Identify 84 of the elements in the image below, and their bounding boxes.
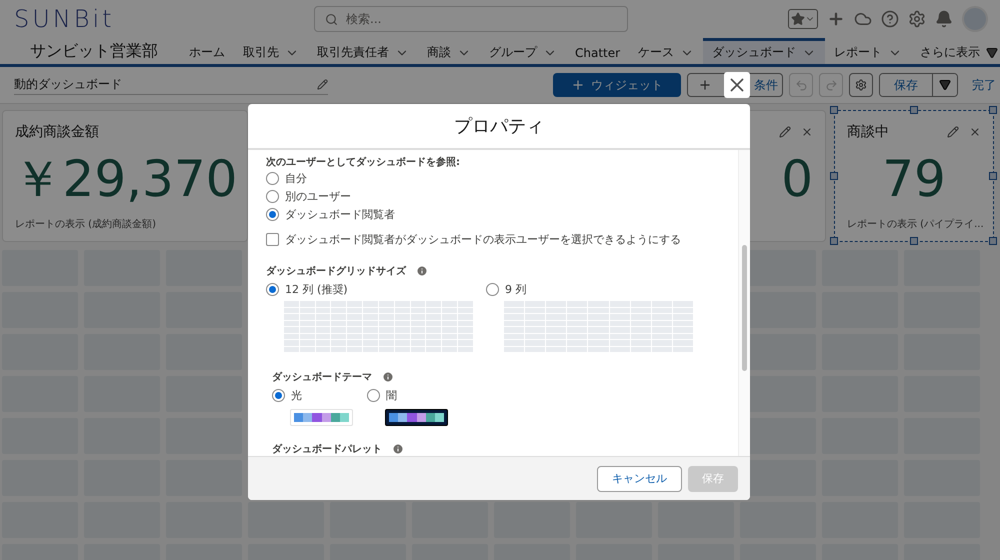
radio-button[interactable] [272, 389, 285, 402]
add-widget-button[interactable]: ウィジェット [553, 73, 681, 97]
report-link[interactable]: レポートの表示 (成約商談金額) [15, 217, 235, 231]
radio-label: 12 列 (推奨) [285, 282, 348, 297]
section-label: ダッシュボードテーマ [272, 370, 372, 384]
scrollbar-thumb[interactable] [742, 245, 747, 371]
section-label: ダッシュボードパレット [272, 442, 382, 456]
nav-tab[interactable]: 取引先責任者 [308, 38, 418, 64]
search-icon [325, 12, 338, 26]
save-button[interactable]: 保存 [880, 74, 933, 96]
radio-button[interactable] [266, 208, 279, 220]
radio-label: 別のユーザー [285, 188, 351, 204]
nav-tab[interactable]: ホーム [180, 38, 234, 64]
redo-icon [824, 78, 838, 92]
undo-icon [794, 78, 808, 92]
resize-handle[interactable] [989, 237, 997, 245]
radio-label: ダッシュボード閲覧者 [285, 206, 395, 222]
report-link[interactable]: レポートの表示 (パイプライ... [847, 217, 981, 231]
nav-tab[interactable]: レポート [825, 38, 912, 64]
radio-button[interactable] [367, 389, 380, 402]
bell-icon[interactable] [935, 10, 953, 28]
nav-tab[interactable]: ケース [629, 38, 704, 64]
card-title: 成約商談金額 [15, 123, 99, 141]
resize-handle[interactable] [830, 172, 838, 180]
radio-label: 闇 [386, 388, 397, 403]
dashboard-title-field[interactable]: 動的ダッシュボード [14, 76, 328, 94]
radio-label: 自分 [285, 170, 307, 186]
metric-value: ￥29,370 [12, 149, 238, 209]
theme-swatch [290, 409, 353, 426]
nav-tab[interactable]: 取引先 [234, 38, 308, 64]
favorites-button[interactable] [788, 9, 818, 29]
search-field[interactable]: 検索... [314, 6, 628, 32]
checkbox[interactable] [266, 232, 279, 246]
radio-button[interactable] [266, 283, 279, 296]
caret-down-icon [986, 46, 998, 58]
settings-icon [855, 79, 867, 91]
metric-value: 0 [781, 149, 813, 209]
radio-button[interactable] [486, 283, 499, 296]
nav-tab[interactable]: グループ [480, 38, 566, 64]
pencil-icon [317, 78, 328, 90]
close-icon[interactable] [801, 126, 813, 138]
help-icon[interactable] [881, 10, 899, 28]
theme-swatch [385, 409, 448, 426]
more-tab[interactable]: さらに表示 [911, 38, 1000, 64]
settings-button[interactable] [849, 73, 873, 97]
logo: SUNBit [14, 5, 116, 33]
plus-icon [698, 78, 712, 92]
resize-handle[interactable] [830, 106, 838, 114]
radio-button[interactable] [266, 172, 279, 184]
search-input[interactable]: 検索... [344, 11, 617, 27]
close-icon[interactable] [969, 126, 981, 138]
cancel-button[interactable]: キャンセル [597, 466, 682, 492]
resize-handle[interactable] [989, 106, 997, 114]
metric-value: 79 [882, 149, 946, 209]
radio-label: 光 [291, 388, 302, 403]
plus-icon[interactable] [827, 10, 845, 28]
resize-handle[interactable] [989, 172, 997, 180]
nav-tab[interactable]: 商談 [418, 38, 480, 64]
metric-card[interactable]: 成約商談金額 ￥29,370 レポートの表示 (成約商談金額) [2, 110, 248, 242]
settings-icon[interactable] [908, 10, 926, 28]
caret-down-icon [939, 79, 951, 91]
dialog-title: プロパティ [454, 115, 544, 138]
radio-button[interactable] [266, 190, 279, 202]
resize-handle[interactable] [910, 237, 918, 245]
star-icon [791, 12, 805, 26]
done-link[interactable]: 完了 [972, 76, 996, 94]
info-icon[interactable] [392, 443, 404, 455]
edit-icon[interactable] [947, 126, 959, 138]
section-label: ダッシュボードグリッドサイズ [266, 264, 406, 278]
nav-tab[interactable]: ダッシュボード [703, 38, 826, 64]
info-icon[interactable] [416, 265, 428, 277]
info-icon[interactable] [382, 371, 394, 383]
resize-handle[interactable] [830, 237, 838, 245]
close-button[interactable] [724, 72, 750, 98]
cloud-icon[interactable] [854, 10, 872, 28]
radio-label: 9 列 [505, 282, 526, 297]
checkbox-label: ダッシュボード閲覧者がダッシュボードの表示ユーザーを選択できるようにする [285, 232, 681, 246]
nav-tab[interactable]: Chatter [566, 38, 630, 64]
app-name: サンビット営業部 [30, 40, 158, 62]
plus-icon [571, 78, 585, 92]
resize-handle[interactable] [910, 106, 918, 114]
section-label: 次のユーザーとしてダッシュボードを参照: [266, 156, 461, 169]
edit-icon[interactable] [779, 126, 791, 138]
card-title: 商談中 [847, 123, 889, 141]
